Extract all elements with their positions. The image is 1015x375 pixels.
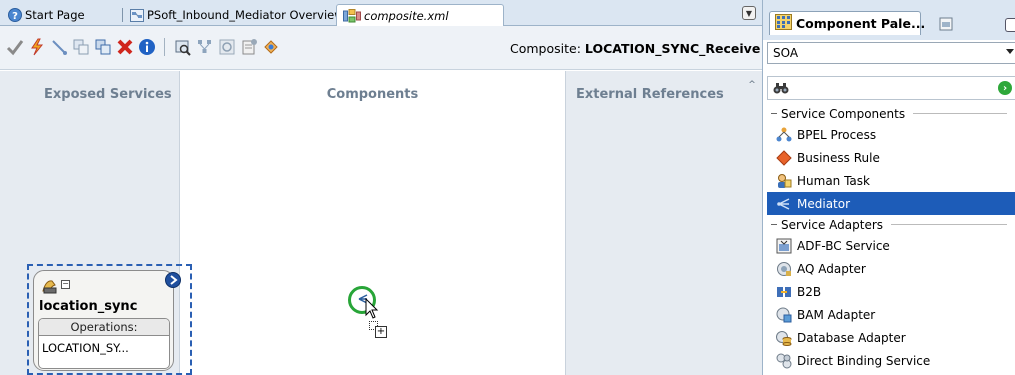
palette-section-service-components[interactable]: Service Components bbox=[767, 104, 1015, 123]
collapse-icon bbox=[771, 224, 777, 225]
exposed-service-card[interactable]: − location_sync Operations: LOCATION_SY.… bbox=[33, 270, 174, 371]
operation-item[interactable]: LOCATION_SY... bbox=[39, 336, 169, 360]
composite-name-label: Composite: LOCATION_SYNC_Receive bbox=[510, 41, 760, 56]
chevron-down-icon: ▼ bbox=[745, 8, 753, 18]
business-rule-icon bbox=[775, 149, 792, 166]
palette-item-adf-bc-service[interactable]: ADF-BC Service bbox=[767, 234, 1015, 257]
palette-item-label: Mediator bbox=[797, 196, 851, 211]
refresh-icon[interactable] bbox=[216, 36, 238, 58]
layout-icon[interactable] bbox=[194, 36, 216, 58]
component-palette: Component Pale... SOA › Service Componen… bbox=[762, 0, 1015, 375]
wire-icon[interactable] bbox=[48, 36, 70, 58]
palette-item-aq-adapter[interactable]: AQ Adapter bbox=[767, 257, 1015, 280]
tab-composite-xml[interactable]: composite.xml bbox=[336, 4, 504, 26]
test-icon[interactable] bbox=[260, 36, 282, 58]
palette-item-label: Business Rule bbox=[797, 150, 880, 165]
scroll-up-arrow[interactable]: ^ bbox=[746, 79, 758, 91]
palette-item-label: Direct Binding Service bbox=[797, 353, 931, 368]
palette-item-mediator[interactable]: Mediator bbox=[767, 192, 1015, 215]
binoculars-icon bbox=[773, 81, 789, 98]
resource-palette-tab-icon[interactable] bbox=[939, 17, 953, 31]
tab-label: composite.xml bbox=[364, 8, 449, 23]
toolbar-divider bbox=[164, 38, 165, 56]
collapse-icon bbox=[771, 113, 777, 114]
b2b-icon bbox=[775, 283, 792, 300]
palette-item-label: Human Task bbox=[797, 173, 870, 188]
find-icon[interactable] bbox=[172, 36, 194, 58]
collapse-icon[interactable]: − bbox=[61, 280, 70, 289]
bpel-icon bbox=[775, 126, 792, 143]
lane-title-external-references: External References bbox=[576, 87, 724, 102]
paste-icon[interactable] bbox=[92, 36, 114, 58]
direct-binding-icon bbox=[775, 352, 792, 369]
section-divider bbox=[913, 113, 1007, 114]
lane-title-components: Components bbox=[326, 87, 419, 102]
palette-search-field[interactable]: › bbox=[767, 76, 1015, 100]
external-references-lane[interactable]: External References ^ bbox=[565, 71, 762, 375]
composite-name: LOCATION_SYNC_Receive bbox=[584, 41, 761, 56]
operations-box: Operations: LOCATION_SY... bbox=[38, 318, 170, 369]
section-title: Service Components bbox=[781, 106, 906, 121]
human-task-icon bbox=[775, 172, 792, 189]
palette-category-value: SOA bbox=[773, 46, 799, 60]
palette-item-bam-adapter[interactable]: BAM Adapter bbox=[767, 303, 1015, 326]
tab-start-page[interactable]: ? Start Page bbox=[2, 4, 91, 26]
aq-adapter-icon bbox=[775, 260, 792, 277]
web-service-icon bbox=[41, 277, 59, 297]
palette-item-bpel-process[interactable]: BPEL Process bbox=[767, 123, 1015, 146]
tab-separator bbox=[122, 8, 123, 22]
database-adapter-icon bbox=[775, 329, 792, 346]
drag-copy-plus-icon: + bbox=[375, 326, 387, 338]
palette-section-service-adapters[interactable]: Service Adapters bbox=[767, 215, 1015, 234]
operations-header: Operations: bbox=[39, 319, 169, 336]
palette-item-b2b[interactable]: B2B bbox=[767, 280, 1015, 303]
palette-category-select[interactable]: SOA bbox=[767, 42, 1015, 64]
section-divider bbox=[891, 224, 1007, 225]
palette-icon bbox=[775, 14, 792, 33]
tab-label: Start Page bbox=[25, 8, 85, 22]
adf-bc-icon bbox=[775, 237, 792, 254]
palette-tab-bar: Component Pale... bbox=[763, 0, 1015, 40]
palette-item-human-task[interactable]: Human Task bbox=[767, 169, 1015, 192]
validate-icon[interactable] bbox=[4, 36, 26, 58]
info-icon[interactable] bbox=[136, 36, 158, 58]
palette-item-label: ADF-BC Service bbox=[797, 238, 890, 253]
palette-item-label: BPEL Process bbox=[797, 127, 877, 142]
delete-icon[interactable] bbox=[114, 36, 136, 58]
palette-item-label: AQ Adapter bbox=[797, 261, 866, 276]
deploy-icon[interactable] bbox=[26, 36, 48, 58]
palette-item-label: BAM Adapter bbox=[797, 307, 876, 322]
tab-component-palette[interactable]: Component Pale... bbox=[769, 11, 925, 35]
palette-item-direct-binding-service[interactable]: Direct Binding Service bbox=[767, 349, 1015, 372]
palette-item-label: Database Adapter bbox=[797, 330, 906, 345]
palette-item-database-adapter[interactable]: Database Adapter bbox=[767, 326, 1015, 349]
tab-overview[interactable]: PSoft_Inbound_Mediator Overview bbox=[116, 4, 350, 26]
search-go-icon[interactable]: › bbox=[998, 81, 1012, 95]
palette-item-label: B2B bbox=[797, 284, 822, 299]
palette-item-business-rule[interactable]: Business Rule bbox=[767, 146, 1015, 169]
composite-toolbar: Composite: LOCATION_SYNC_Receive bbox=[0, 26, 762, 70]
service-wire-handle-icon[interactable] bbox=[165, 272, 181, 288]
composite-editor: ? Start Page PSoft_Inbound_Mediator Over… bbox=[0, 0, 762, 375]
copy-icon[interactable] bbox=[70, 36, 92, 58]
help-icon: ? bbox=[8, 8, 22, 23]
tab-list-dropdown-button[interactable]: ▼ bbox=[742, 6, 756, 20]
section-title: Service Adapters bbox=[781, 217, 884, 232]
composite-prefix: Composite: bbox=[510, 41, 581, 56]
svg-text:?: ? bbox=[12, 11, 18, 22]
chevron-down-icon bbox=[1006, 49, 1014, 54]
mediator-icon bbox=[775, 195, 792, 212]
properties-icon[interactable] bbox=[238, 36, 260, 58]
overview-icon bbox=[130, 8, 144, 22]
mouse-pointer-icon bbox=[365, 297, 379, 323]
palette-minimize-button[interactable] bbox=[1005, 18, 1015, 32]
editor-tab-bar: ? Start Page PSoft_Inbound_Mediator Over… bbox=[0, 0, 762, 26]
palette-component-list: Service Components BPEL Process Business… bbox=[767, 104, 1015, 372]
service-name: location_sync bbox=[39, 299, 138, 314]
bam-adapter-icon bbox=[775, 306, 792, 323]
palette-tab-label: Component Pale... bbox=[796, 16, 926, 31]
tab-label: PSoft_Inbound_Mediator Overview bbox=[147, 8, 344, 22]
composite-icon bbox=[343, 8, 361, 23]
